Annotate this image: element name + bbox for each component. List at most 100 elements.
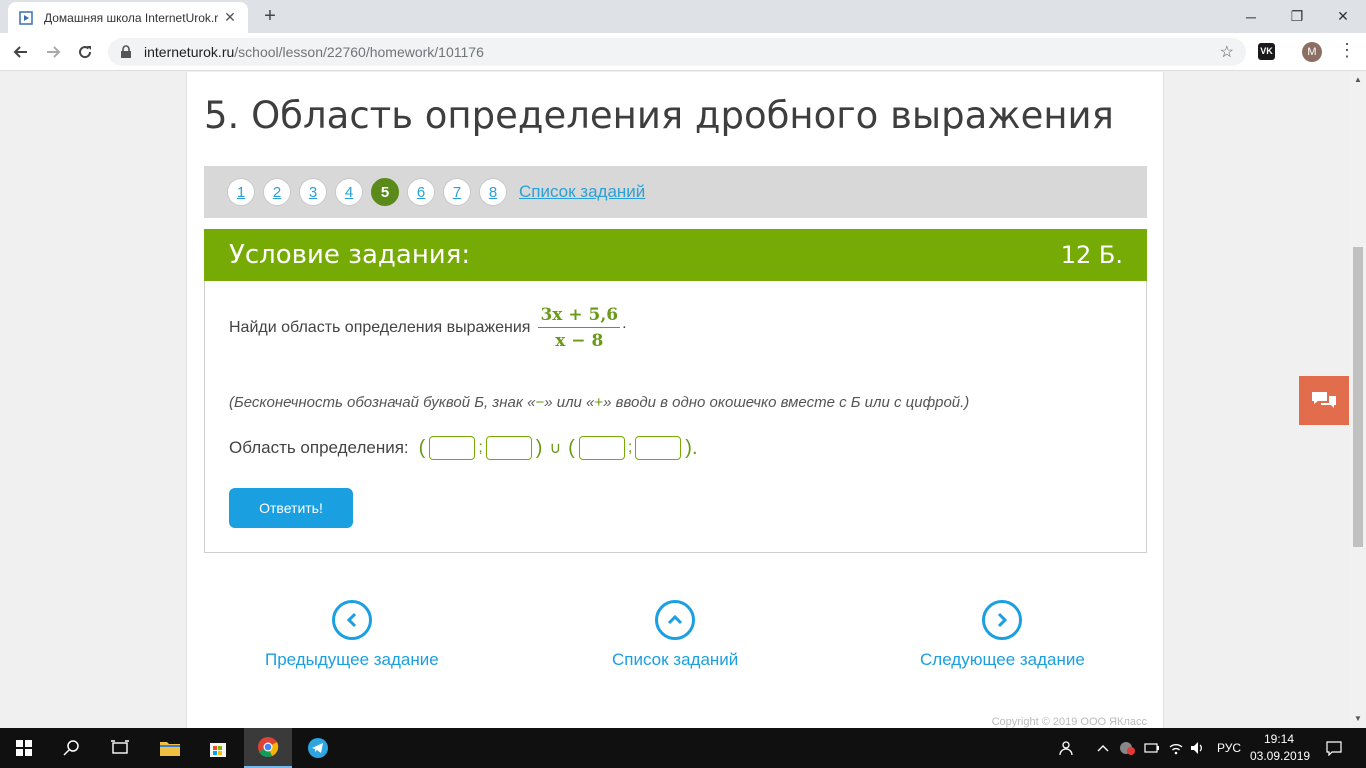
union-symbol: ∪ <box>549 440 562 457</box>
fraction-denominator: x − 8 <box>555 331 604 351</box>
interval1-right-input[interactable] <box>485 436 532 460</box>
task-list-nav-link[interactable]: Список заданий <box>612 600 738 670</box>
minimize-button[interactable]: ─ <box>1228 0 1274 33</box>
plus-sign: + <box>594 394 604 411</box>
site-favicon-icon <box>18 10 34 26</box>
profile-avatar[interactable]: M <box>1302 42 1322 62</box>
reload-button[interactable] <box>72 39 98 65</box>
pager-item-8[interactable]: 8 <box>479 178 507 206</box>
open-paren: ( <box>568 436 575 459</box>
close-paren: ) <box>535 436 543 459</box>
page-scrollbar[interactable]: ▲ ▼ <box>1350 72 1366 728</box>
fraction-expression: 3x + 5,6 x − 8 <box>538 305 621 351</box>
page-viewport: 5. Область определения дробного выражени… <box>0 72 1350 728</box>
hint-part: » или « <box>544 394 595 411</box>
address-bar[interactable]: internetu­rok.ru/school/lesson/22760/hom… <box>108 38 1246 66</box>
volume-icon[interactable] <box>1190 728 1206 768</box>
task-pager: 1 2 3 4 5 6 7 8 Список заданий <box>204 166 1147 218</box>
task-header: Условие задания: 12 Б. <box>204 229 1147 281</box>
language-indicator[interactable]: РУС <box>1217 728 1241 768</box>
scroll-up-icon[interactable]: ▲ <box>1354 75 1362 84</box>
forward-button[interactable] <box>40 39 66 65</box>
chevron-right-icon <box>982 600 1023 640</box>
semicolon: ; <box>478 439 483 456</box>
browser-tab[interactable]: Домашняя школа InternetUrok.r ✕ <box>8 2 248 33</box>
task-list-nav-label: Список заданий <box>612 650 739 669</box>
lesson-title: 5. Область определения дробного выражени… <box>204 94 1114 137</box>
pager-item-6[interactable]: 6 <box>407 178 435 206</box>
file-explorer-icon[interactable] <box>146 728 194 768</box>
restore-button[interactable]: ❐ <box>1274 0 1320 33</box>
interval2-left-input[interactable] <box>578 436 625 460</box>
chevron-up-icon <box>655 600 696 640</box>
answer-button[interactable]: Ответить! <box>229 488 353 528</box>
search-icon[interactable] <box>48 728 96 768</box>
copyright-text: Copyright © 2019 ООО ЯКласс <box>991 716 1147 728</box>
open-paren: ( <box>418 436 426 459</box>
question-period: . <box>622 315 627 332</box>
browser-toolbar: internetu­rok.ru/school/lesson/22760/hom… <box>0 33 1366 71</box>
battery-icon[interactable] <box>1144 728 1160 768</box>
fraction-numerator: 3x + 5,6 <box>538 305 621 328</box>
lock-icon <box>120 45 136 59</box>
task-hint: (Бесконечность обозначай буквой Б, знак … <box>229 394 969 411</box>
antivirus-tray-icon[interactable] <box>1118 728 1136 768</box>
chevron-up-tray-icon[interactable] <box>1097 728 1109 768</box>
pager-item-2[interactable]: 2 <box>263 178 291 206</box>
scrollbar-thumb[interactable] <box>1353 247 1363 547</box>
windows-taskbar: РУС 19:14 03.09.2019 <box>0 728 1366 768</box>
telegram-icon[interactable] <box>294 728 342 768</box>
task-list-link[interactable]: Список заданий <box>519 182 645 202</box>
task-points: 12 Б. <box>1060 241 1123 269</box>
back-button[interactable] <box>8 39 34 65</box>
new-tab-button[interactable]: + <box>258 5 282 29</box>
next-task-link[interactable]: Следующее задание <box>920 600 1085 670</box>
url-path: /school/lesson/22760/homework/101176 <box>234 44 484 60</box>
clock-date: 03.09.2019 <box>1250 749 1311 763</box>
close-tab-icon[interactable]: ✕ <box>222 9 238 26</box>
pager-item-7[interactable]: 7 <box>443 178 471 206</box>
chrome-taskbar-icon[interactable] <box>244 728 292 768</box>
bookmark-star-icon[interactable]: ☆ <box>1220 42 1234 62</box>
scroll-down-icon[interactable]: ▼ <box>1354 714 1362 723</box>
tab-title: Домашняя школа InternetUrok.r <box>44 10 219 25</box>
pager-item-1[interactable]: 1 <box>227 178 255 206</box>
chat-button[interactable] <box>1299 376 1349 425</box>
minus-sign: − <box>535 394 545 411</box>
start-button[interactable] <box>0 728 48 768</box>
prev-task-link[interactable]: Предыдущее задание <box>265 600 439 670</box>
hint-part: » вводи в одно окошечко вместе с Б или с… <box>603 394 970 411</box>
close-paren: ). <box>685 436 698 459</box>
page-content: 5. Область определения дробного выражени… <box>186 72 1164 728</box>
clock-time: 19:14 <box>1263 732 1295 746</box>
system-clock[interactable]: 19:14 03.09.2019 <box>1250 731 1311 765</box>
domain-label: Область определения: <box>229 438 409 457</box>
prev-task-label: Предыдущее задание <box>265 650 439 669</box>
wifi-icon[interactable] <box>1168 728 1184 768</box>
close-window-button[interactable]: ✕ <box>1320 0 1366 33</box>
interval1-left-input[interactable] <box>429 436 476 460</box>
browser-menu-icon[interactable]: ⋮ <box>1338 40 1356 64</box>
notifications-icon[interactable] <box>1326 728 1342 768</box>
pager-item-3[interactable]: 3 <box>299 178 327 206</box>
store-icon[interactable] <box>194 728 242 768</box>
next-task-label: Следующее задание <box>920 650 1085 669</box>
question-text: Найди область определения выражения <box>229 319 531 336</box>
interval2-right-input[interactable] <box>635 436 682 460</box>
semicolon: ; <box>627 439 633 456</box>
chat-icon <box>1312 391 1336 408</box>
windows-logo-icon <box>16 740 32 756</box>
browser-tab-strip: Домашняя школа InternetUrok.r ✕ + ─ ❐ ✕ <box>0 0 1366 33</box>
chevron-left-icon <box>331 600 372 640</box>
pager-item-4[interactable]: 4 <box>335 178 363 206</box>
task-card: Условие задания: 12 Б. Найди область опр… <box>204 229 1147 553</box>
url-domain: internetu­rok.ru <box>144 44 235 60</box>
task-view-icon[interactable] <box>96 728 144 768</box>
vk-extension-icon[interactable]: VK <box>1258 43 1275 60</box>
task-condition-title: Условие задания: <box>229 240 471 270</box>
pager-item-5-active[interactable]: 5 <box>371 178 399 206</box>
task-question: Найди область определения выражения 3x +… <box>229 305 627 351</box>
hint-part: (Бесконечность обозначай буквой Б, знак … <box>229 394 536 411</box>
people-icon[interactable] <box>1058 728 1074 768</box>
domain-answer-row: Область определения: ( ; ) ∪ ( ; ). <box>229 436 702 460</box>
